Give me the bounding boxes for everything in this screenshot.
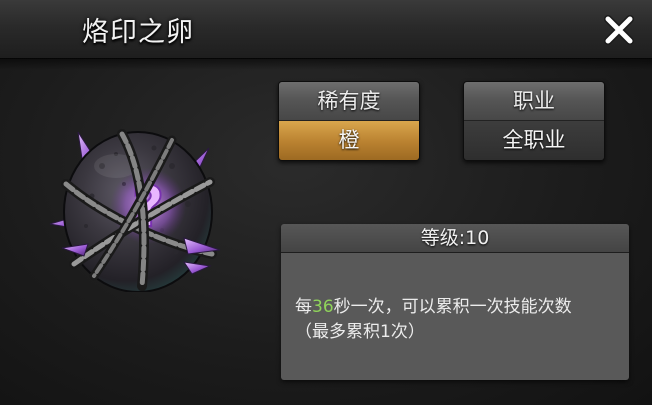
rarity-tag: 稀有度 橙 <box>278 81 420 161</box>
close-button[interactable] <box>599 10 639 50</box>
job-label: 职业 <box>464 82 604 121</box>
description-prefix: 每 <box>295 297 312 317</box>
info-box: 等级:10 每36秒一次，可以累积一次技能次数 （最多累积1次） <box>281 224 629 380</box>
title-bar: 烙印之卵 <box>0 0 652 59</box>
chained-mystery-egg-icon: ? <box>49 129 221 293</box>
rarity-value: 橙 <box>279 121 419 160</box>
title-bar-shadow <box>0 58 652 70</box>
job-value: 全职业 <box>464 121 604 160</box>
item-detail-panel: 烙印之卵 ? 稀有度 橙 职业 全职业 等级:10 每36秒一次，可以累积一次技… <box>0 0 652 405</box>
window-title: 烙印之卵 <box>82 17 194 48</box>
description: 每36秒一次，可以累积一次技能次数 （最多累积1次） <box>281 253 629 380</box>
description-line-1: 每36秒一次，可以累积一次技能次数 <box>295 295 617 320</box>
close-x-icon <box>604 15 634 45</box>
cooldown-seconds: 36 <box>312 297 334 317</box>
job-tag: 职业 全职业 <box>463 81 605 161</box>
description-suffix: 秒一次，可以累积一次技能次数 <box>333 297 572 317</box>
description-line-2: （最多累积1次） <box>295 322 425 342</box>
item-icon: ? <box>44 126 228 293</box>
rarity-label: 稀有度 <box>279 82 419 121</box>
level-header: 等级:10 <box>281 224 629 253</box>
